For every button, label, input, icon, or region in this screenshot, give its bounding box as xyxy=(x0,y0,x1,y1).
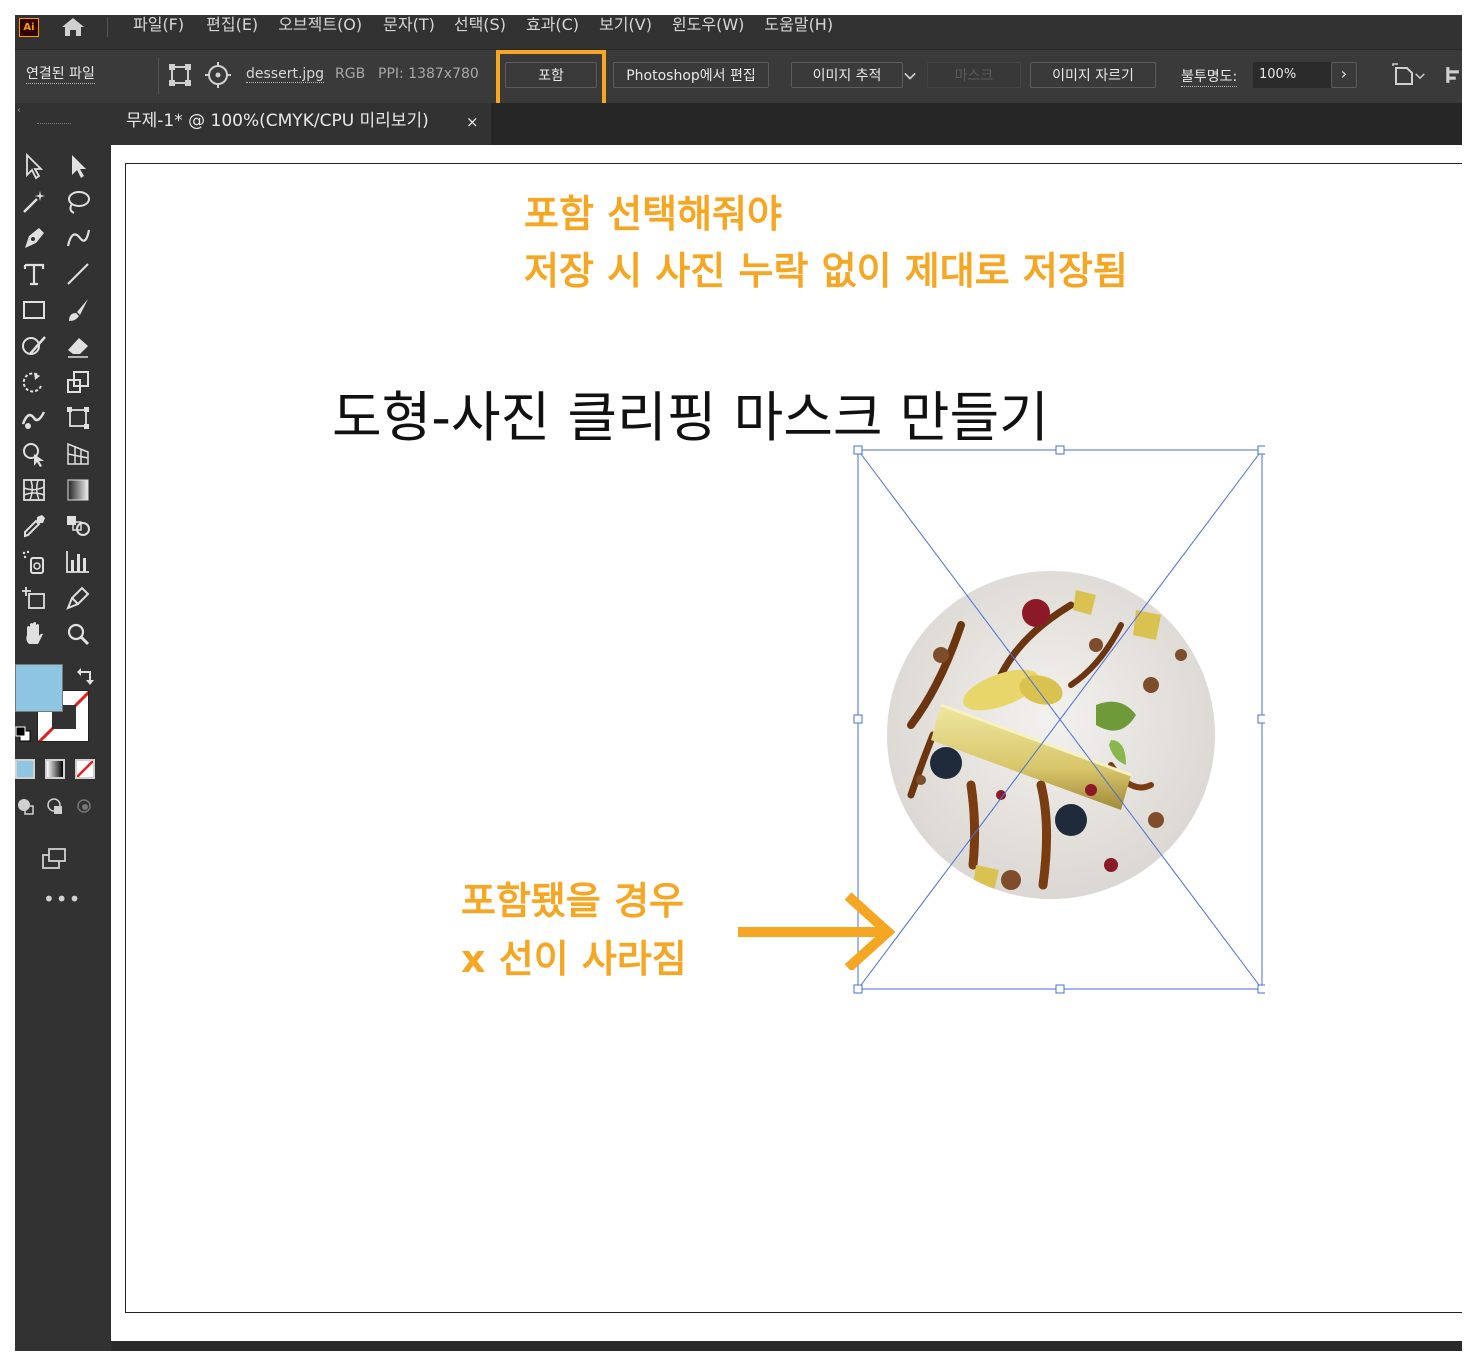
shape-builder-icon[interactable] xyxy=(17,438,51,470)
rectangle-icon[interactable] xyxy=(17,294,51,326)
crop-image-button[interactable]: 이미지 자르기 xyxy=(1030,62,1156,88)
status-bar xyxy=(111,1341,1462,1351)
placed-image-bounding-box[interactable] xyxy=(853,445,1265,995)
curvature-icon[interactable] xyxy=(61,222,95,254)
toolbar-grip[interactable] xyxy=(37,123,71,126)
document-tab[interactable]: 무제-1* @ 100%(CMYK/CPU 미리보기) × xyxy=(111,103,491,145)
mask-button: 마스크 xyxy=(927,62,1021,88)
default-colors-icon[interactable] xyxy=(15,726,31,742)
color-mode-button[interactable] xyxy=(15,759,35,779)
image-trace-button[interactable]: 이미지 추적 xyxy=(791,62,903,88)
ppi-value: PPI: 1387x780 xyxy=(378,66,479,82)
none-mode-button[interactable] xyxy=(75,759,95,779)
document-tab-title: 무제-1* @ 100%(CMYK/CPU 미리보기) xyxy=(126,111,429,131)
blend-icon[interactable] xyxy=(61,510,95,542)
file-name-link[interactable]: dessert.jpg xyxy=(246,66,325,83)
zoom-icon[interactable] xyxy=(61,618,95,650)
menu-view[interactable]: 보기(V) xyxy=(599,15,652,41)
target-icon[interactable] xyxy=(201,59,235,91)
menu-separator xyxy=(107,17,108,37)
hand-icon[interactable] xyxy=(17,618,51,650)
annotation-top-line2: 저장 시 사진 누락 없이 제대로 저장됨 xyxy=(524,249,1128,293)
annotation-bottom-line2: x 선이 사라짐 xyxy=(461,937,687,981)
divider xyxy=(158,58,159,94)
magic-wand-icon[interactable] xyxy=(17,186,51,218)
eyedropper-icon[interactable] xyxy=(17,510,51,542)
menu-effect[interactable]: 효과(C) xyxy=(526,15,579,41)
menu-type[interactable]: 문자(T) xyxy=(383,15,435,41)
chevron-down-icon[interactable] xyxy=(898,60,922,92)
annotation-top-line1: 포함 선택해줘야 xyxy=(524,192,782,236)
opacity-input[interactable]: 100% xyxy=(1253,62,1331,88)
rotate-icon[interactable] xyxy=(17,366,51,398)
gradient-icon[interactable] xyxy=(61,474,95,506)
menu-window[interactable]: 윈도우(W) xyxy=(672,15,744,41)
menu-select[interactable]: 선택(S) xyxy=(454,15,506,41)
free-transform-icon[interactable] xyxy=(61,402,95,434)
symbol-sprayer-icon[interactable] xyxy=(17,546,51,578)
annotation-bottom-line1: 포함됐을 경우 xyxy=(461,879,684,923)
menu-bar: Ai 파일(F) 편집(E) 오브젝트(O) 문자(T) 선택(S) 효과(C)… xyxy=(15,15,1462,49)
opacity-label[interactable]: 불투명도: xyxy=(1181,66,1238,87)
draw-normal-icon[interactable] xyxy=(15,795,37,817)
slice-icon[interactable] xyxy=(61,582,95,614)
fill-swatch[interactable] xyxy=(15,664,63,712)
menu-file[interactable]: 파일(F) xyxy=(133,15,184,41)
selection-tool-icon[interactable] xyxy=(17,150,51,182)
screen-mode-icon[interactable] xyxy=(37,843,71,875)
type-icon[interactable] xyxy=(17,258,51,290)
swap-colors-icon[interactable] xyxy=(76,666,96,686)
draw-inside-icon[interactable] xyxy=(73,795,95,817)
linked-file-label[interactable]: 연결된 파일 xyxy=(26,63,95,84)
menu-edit[interactable]: 편집(E) xyxy=(206,15,258,41)
paintbrush-icon[interactable] xyxy=(61,294,95,326)
chevron-right-icon[interactable]: › xyxy=(1331,62,1357,88)
document-tab-bar: 무제-1* @ 100%(CMYK/CPU 미리보기) × xyxy=(111,103,1462,145)
edit-in-photoshop-button[interactable]: Photoshop에서 편집 xyxy=(613,62,769,88)
scale-icon[interactable] xyxy=(61,366,95,398)
tools-panel: ‹ ••• xyxy=(15,103,111,1351)
color-mode: RGB xyxy=(335,66,366,82)
illustrator-window: Ai 파일(F) 편집(E) 오브젝트(O) 문자(T) 선택(S) 효과(C)… xyxy=(15,15,1462,1351)
artboard-icon[interactable] xyxy=(17,582,51,614)
graph-icon[interactable] xyxy=(61,546,95,578)
warp-icon[interactable] xyxy=(17,402,51,434)
menu-object[interactable]: 오브젝트(O) xyxy=(278,15,362,41)
line-icon[interactable] xyxy=(61,258,95,290)
eraser-icon[interactable] xyxy=(61,330,95,362)
home-icon[interactable] xyxy=(59,16,87,38)
menu-help[interactable]: 도움말(H) xyxy=(764,15,833,41)
close-icon[interactable]: × xyxy=(466,104,479,140)
collapse-toolbar-icon[interactable]: ‹ xyxy=(17,105,21,116)
shaper-icon[interactable] xyxy=(17,330,51,362)
canvas-area[interactable]: 포함 선택해줘야 저장 시 사진 누락 없이 제대로 저장됨 도형-사진 클리핑… xyxy=(111,145,1462,1341)
transform-bounding-icon[interactable] xyxy=(163,59,197,91)
control-bar: 연결된 파일 dessert.jpg RGB PPI: 1387x780 포함 … xyxy=(15,49,1462,104)
direct-selection-icon[interactable] xyxy=(61,150,95,182)
app-logo: Ai xyxy=(19,18,39,37)
lasso-icon[interactable] xyxy=(61,186,95,218)
canvas-heading: 도형-사진 클리핑 마스크 만들기 xyxy=(332,386,1049,449)
align-icon[interactable] xyxy=(1440,59,1462,91)
mesh-icon[interactable] xyxy=(17,474,51,506)
draw-behind-icon[interactable] xyxy=(44,795,66,817)
pen-icon[interactable] xyxy=(17,222,51,254)
perspective-grid-icon[interactable] xyxy=(61,438,95,470)
arrow-right-icon xyxy=(738,892,896,970)
gradient-mode-button[interactable] xyxy=(45,759,65,779)
menu-items: 파일(F) 편집(E) 오브젝트(O) 문자(T) 선택(S) 효과(C) 보기… xyxy=(133,15,833,41)
chevron-down-icon[interactable] xyxy=(1410,60,1430,92)
more-tools-icon[interactable]: ••• xyxy=(43,887,81,911)
